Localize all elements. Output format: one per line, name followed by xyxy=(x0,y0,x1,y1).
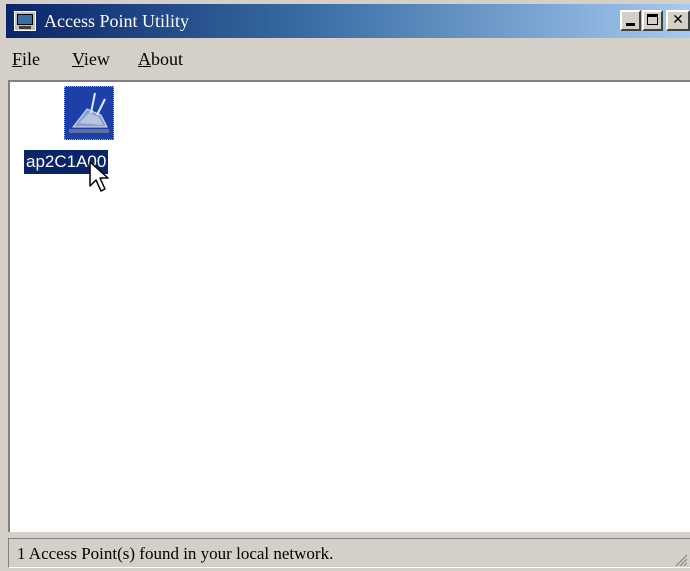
device-item-ap2C1A00[interactable]: ap2C1A00 xyxy=(16,86,132,186)
close-icon: ✕ xyxy=(672,12,684,28)
resize-grip-icon[interactable] xyxy=(672,551,688,567)
status-text: 1 Access Point(s) found in your local ne… xyxy=(17,544,334,563)
app-icon[interactable] xyxy=(14,11,36,31)
maximize-icon xyxy=(647,14,658,25)
minimize-button[interactable] xyxy=(620,10,641,31)
menu-about[interactable]: About xyxy=(138,48,183,70)
access-point-icon[interactable] xyxy=(64,86,114,140)
device-list-view[interactable]: ap2C1A00 xyxy=(8,80,690,532)
menu-view[interactable]: View xyxy=(72,48,110,70)
close-button[interactable]: ✕ xyxy=(666,10,690,31)
app-window: Access Point Utility ✕ File View About a… xyxy=(0,0,690,571)
menu-bar: File View About xyxy=(6,44,690,74)
window-title: Access Point Utility xyxy=(44,11,189,31)
maximize-button[interactable] xyxy=(642,10,663,31)
status-bar: 1 Access Point(s) found in your local ne… xyxy=(6,536,690,569)
minimize-icon xyxy=(626,23,635,26)
mouse-cursor-icon xyxy=(89,161,109,192)
menu-file[interactable]: File xyxy=(12,48,40,70)
status-panel: 1 Access Point(s) found in your local ne… xyxy=(8,538,690,568)
title-bar[interactable]: Access Point Utility ✕ xyxy=(6,4,690,38)
